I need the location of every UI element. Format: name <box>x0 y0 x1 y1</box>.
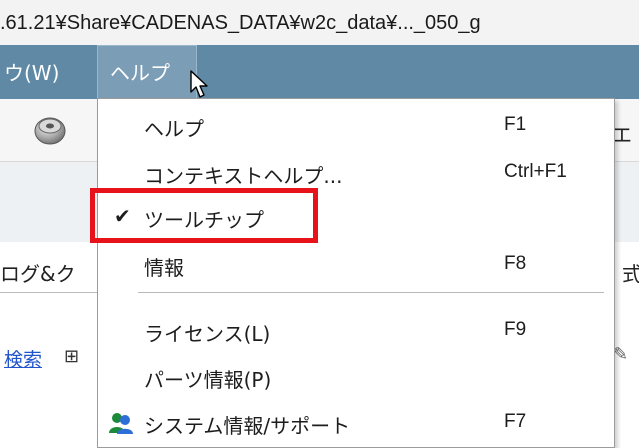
tree-icon[interactable]: ⊞ <box>64 346 79 367</box>
menu-item-label: コンテキストヘルプ... <box>144 164 343 188</box>
menu-item-shortcut: F1 <box>504 114 527 135</box>
divider <box>0 292 100 293</box>
edit-icon[interactable]: ✎ <box>613 344 628 365</box>
cursor-icon <box>190 70 212 104</box>
menu-item-info[interactable]: 情報 F8 <box>98 243 614 287</box>
menu-help[interactable]: ヘルプ <box>97 45 197 99</box>
menu-item-label: ライセンス(L) <box>144 322 271 346</box>
menu-window[interactable]: ウ(W) <box>4 57 59 86</box>
menu-item-parts-info[interactable]: パーツ情報(P) <box>98 355 614 399</box>
menu-item-shortcut: F9 <box>504 319 527 340</box>
menu-separator <box>138 292 604 293</box>
menu-item-label: ヘルプ <box>144 117 204 141</box>
help-dropdown-menu: ヘルプ F1 コンテキストヘルプ... Ctrl+F1 ✔ ツールチップ 情報 … <box>97 98 615 448</box>
title-path: .61.21¥Share¥CADENAS_DATA¥w2c_data¥..._0… <box>0 12 481 34</box>
toolbar-right-label: エ <box>612 123 632 147</box>
system-support-icon <box>108 411 134 439</box>
menu-bar: ウ(W) ヘルプ <box>0 45 639 99</box>
menu-item-shortcut: F8 <box>504 253 527 274</box>
menu-item-help[interactable]: ヘルプ F1 <box>98 104 614 148</box>
menu-item-license[interactable]: ライセンス(L) F9 <box>98 309 614 353</box>
menu-item-system-support[interactable]: システム情報/サポート F7 <box>98 401 614 445</box>
search-link[interactable]: 検索 <box>4 345 42 372</box>
menu-item-shortcut: Ctrl+F1 <box>504 161 567 182</box>
menu-item-label: システム情報/サポート <box>144 414 351 438</box>
menu-item-shortcut: F7 <box>504 411 527 432</box>
gear-icon[interactable] <box>32 111 68 151</box>
menu-item-label: 情報 <box>144 256 184 280</box>
annotation-highlight-box <box>90 188 318 243</box>
menu-item-label: パーツ情報(P) <box>144 368 272 392</box>
format-label: 式 <box>622 262 639 286</box>
title-bar: .61.21¥Share¥CADENAS_DATA¥w2c_data¥..._0… <box>0 0 639 45</box>
catalog-label: ログ&ク <box>0 262 76 286</box>
